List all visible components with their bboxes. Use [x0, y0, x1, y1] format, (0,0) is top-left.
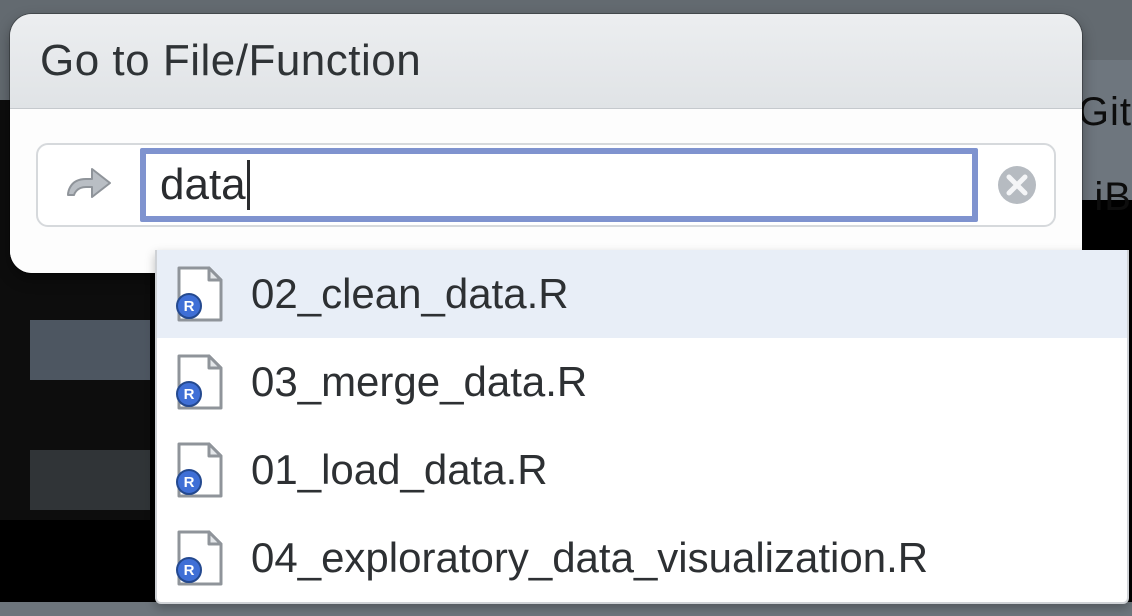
bg-strip [0, 602, 1132, 616]
r-file-icon: R [175, 530, 225, 586]
dialog-body: data [10, 109, 1082, 273]
go-to-file-dialog: Go to File/Function data [10, 14, 1082, 273]
r-file-icon: R [175, 442, 225, 498]
svg-text:R: R [184, 298, 195, 315]
result-label: 02_clean_data.R [251, 270, 569, 318]
go-arrow-icon [38, 145, 138, 225]
bg-text-git: Git [1078, 90, 1132, 135]
result-label: 01_load_data.R [251, 446, 548, 494]
bg-text-ib: iB [1094, 175, 1132, 220]
dialog-title: Go to File/Function [40, 36, 421, 86]
svg-text:R: R [184, 474, 195, 491]
result-item[interactable]: R 02_clean_data.R [157, 250, 1127, 338]
result-item[interactable]: R 03_merge_data.R [157, 338, 1127, 426]
text-caret [247, 160, 250, 210]
result-label: 04_exploratory_data_visualization.R [251, 534, 928, 582]
search-input[interactable]: data [140, 148, 978, 222]
r-file-icon: R [175, 266, 225, 322]
clear-search-button[interactable] [980, 145, 1054, 225]
search-row: data [36, 143, 1056, 227]
dialog-header: Go to File/Function [10, 14, 1082, 109]
result-item[interactable]: R 04_exploratory_data_visualization.R [157, 514, 1127, 602]
result-label: 03_merge_data.R [251, 358, 587, 406]
svg-text:R: R [184, 386, 195, 403]
search-input-value: data [160, 160, 246, 210]
result-item[interactable]: R 01_load_data.R [157, 426, 1127, 514]
results-dropdown: R 02_clean_data.R R 03_merge_data.R R 01… [155, 250, 1129, 604]
r-file-icon: R [175, 354, 225, 410]
svg-text:R: R [184, 562, 195, 579]
